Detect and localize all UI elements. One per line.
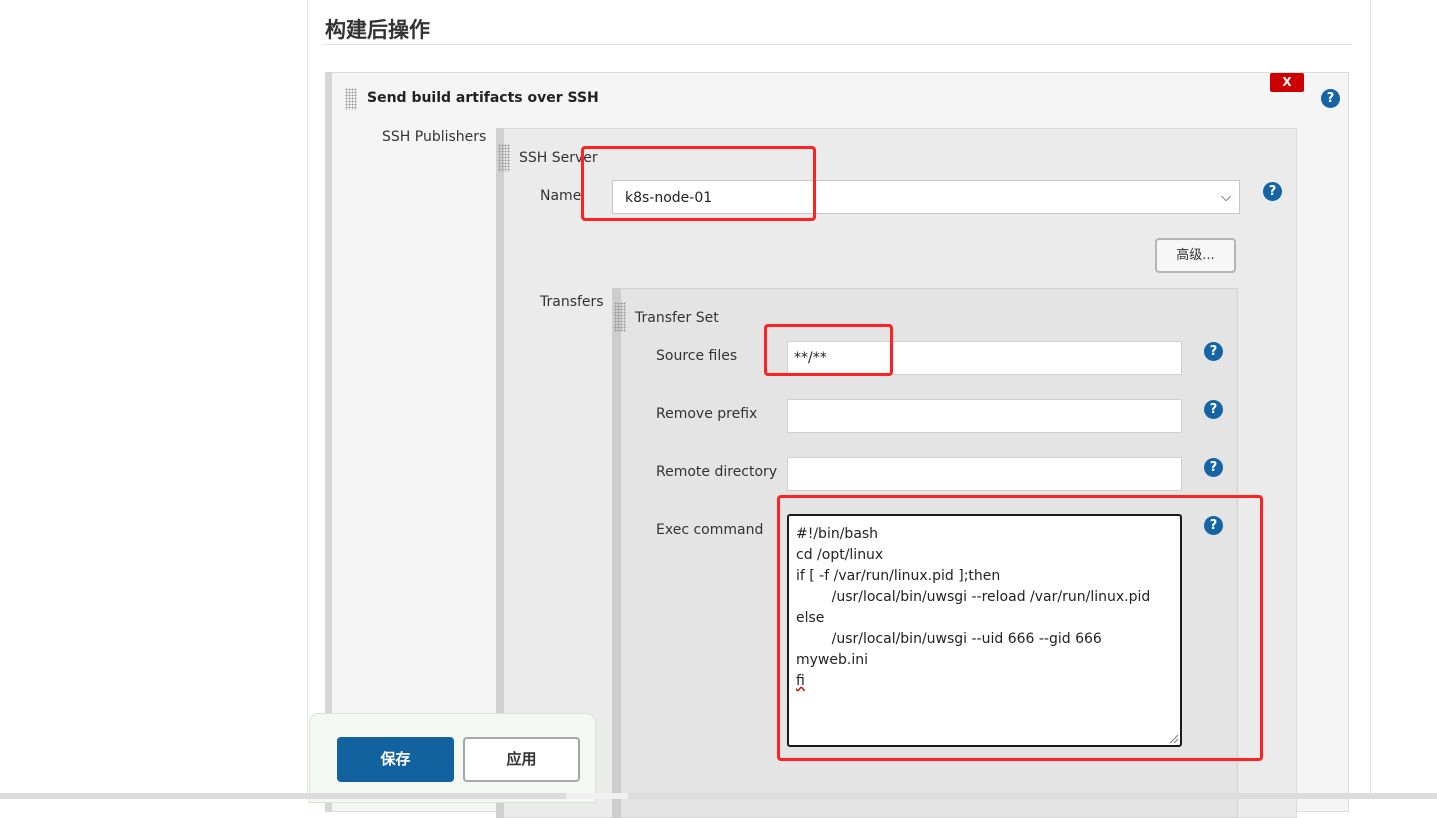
publisher-strip [325, 72, 332, 812]
name-label: Name [540, 188, 582, 204]
exec-command-textarea[interactable]: #!/bin/bash cd /opt/linux if [ -f /var/run… [787, 514, 1182, 747]
code-line: #!/bin/bash [796, 526, 879, 542]
code-line: /usr/local/bin/uwsgi --reload /var/run/l… [796, 589, 1151, 605]
code-line: else [796, 610, 825, 626]
source-files-label: Source files [656, 348, 738, 364]
horizontal-scrollbar[interactable] [0, 793, 1437, 799]
ssh-server-select-value: k8s-node-01 [625, 190, 713, 206]
transfer-set-strip [612, 288, 621, 818]
transfer-set-title: Transfer Set [635, 310, 719, 326]
remove-prefix-input[interactable] [787, 399, 1182, 433]
remote-directory-label: Remote directory [656, 464, 778, 480]
transfers-label: Transfers [540, 294, 604, 310]
scrollbar-thumb[interactable] [566, 793, 628, 799]
code-line: cd /opt/linux [796, 547, 884, 563]
resize-handle-icon[interactable] [1167, 732, 1179, 744]
help-icon[interactable]: ? [1263, 182, 1282, 201]
apply-button[interactable]: 应用 [463, 737, 580, 782]
delete-publisher-button[interactable]: X [1270, 73, 1304, 92]
help-icon[interactable]: ? [1204, 516, 1223, 535]
ssh-server-select[interactable]: k8s-node-01 ⌵ [612, 180, 1240, 214]
chevron-down-icon: ⌵ [1221, 190, 1231, 205]
drag-handle-icon[interactable] [614, 302, 626, 332]
publisher-title: Send build artifacts over SSH [367, 90, 599, 106]
remove-prefix-label: Remove prefix [656, 406, 758, 422]
source-files-input[interactable]: **/** [787, 341, 1182, 375]
ssh-server-title: SSH Server [519, 150, 598, 166]
help-icon[interactable]: ? [1204, 458, 1223, 477]
exec-command-label: Exec command [656, 522, 764, 538]
section-divider [325, 44, 1352, 45]
code-line: fi [796, 671, 1173, 692]
save-button[interactable]: 保存 [337, 737, 454, 782]
ssh-publishers-label: SSH Publishers [382, 129, 487, 145]
spellcheck-word: fi [796, 673, 805, 689]
code-line: /usr/local/bin/uwsgi --uid 666 --gid 666 [796, 631, 1102, 647]
code-line: if [ -f /var/run/linux.pid ];then [796, 568, 1001, 584]
drag-handle-icon[interactable] [498, 144, 510, 172]
help-icon[interactable]: ? [1204, 400, 1223, 419]
code-line: myweb.ini [796, 652, 868, 668]
drag-handle-icon[interactable] [345, 88, 357, 110]
remote-directory-input[interactable] [787, 457, 1182, 491]
help-icon[interactable]: ? [1204, 342, 1223, 361]
advanced-button[interactable]: 高级... [1155, 238, 1236, 273]
help-icon[interactable]: ? [1321, 89, 1340, 108]
section-title: 构建后操作 [325, 18, 430, 42]
